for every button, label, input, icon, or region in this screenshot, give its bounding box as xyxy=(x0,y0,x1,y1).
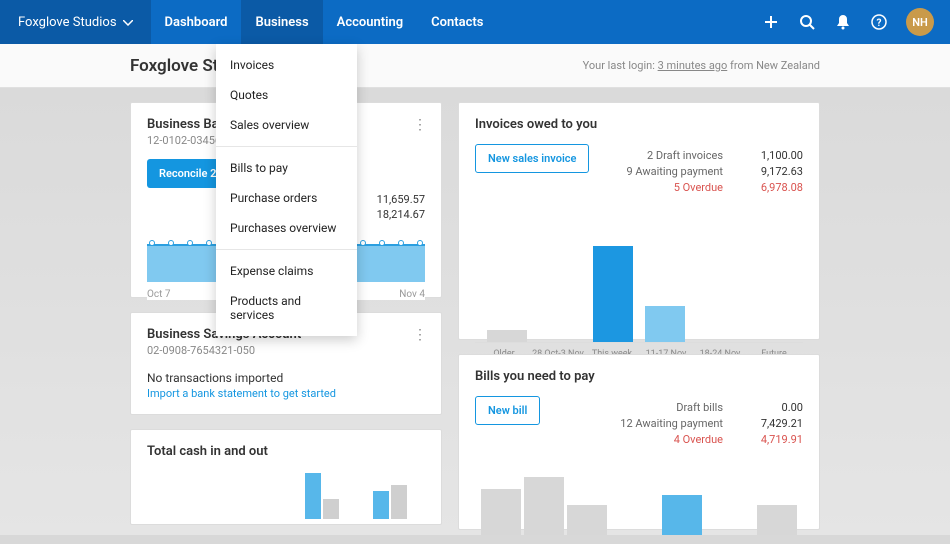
cash-card-title: Total cash in and out xyxy=(147,444,425,459)
kebab-icon[interactable]: ⋮ xyxy=(413,117,427,133)
last-login-link[interactable]: 3 minutes ago xyxy=(658,59,728,72)
menu-purchases-overview[interactable]: Purchases overview xyxy=(216,213,357,243)
bills-awaiting-label: 12 Awaiting payment xyxy=(620,417,723,430)
menu-sales-overview[interactable]: Sales overview xyxy=(216,110,357,140)
svg-text:?: ? xyxy=(877,18,882,29)
nav-business[interactable]: Business xyxy=(241,0,322,44)
bills-awaiting-value: 7,429.21 xyxy=(745,417,803,430)
invoices-owed-card: Invoices owed to you New sales invoice 2… xyxy=(458,102,820,340)
invoices-chart: Older 28 Oct-3 Nov This week 11-17 Nov 1… xyxy=(475,247,803,367)
kebab-icon[interactable]: ⋮ xyxy=(413,327,427,343)
menu-invoices[interactable]: Invoices xyxy=(216,50,357,80)
bills-draft-label: Draft bills xyxy=(676,401,723,414)
cash-in-out-card: Total cash in and out xyxy=(130,429,442,525)
bills-chart xyxy=(475,475,803,535)
chart-x-label: Nov 4 xyxy=(399,289,425,300)
menu-products-services[interactable]: Products and services xyxy=(216,286,357,330)
chart-x-label: Oct 7 xyxy=(147,289,171,300)
menu-separator xyxy=(216,146,357,147)
last-login-text: Your last login: 3 minutes ago from New … xyxy=(583,59,820,72)
menu-purchase-orders[interactable]: Purchase orders xyxy=(216,183,357,213)
bills-draft-value: 0.00 xyxy=(745,401,803,414)
invoices-overdue-value: 6,978.08 xyxy=(745,181,803,194)
bell-icon[interactable] xyxy=(834,13,852,31)
help-icon[interactable]: ? xyxy=(870,13,888,31)
avatar[interactable]: NH xyxy=(906,8,934,36)
business-dropdown: Invoices Quotes Sales overview Bills to … xyxy=(216,44,357,336)
last-login-prefix: Your last login: xyxy=(583,59,658,72)
import-statement-link[interactable]: Import a bank statement to get started xyxy=(147,387,425,400)
org-switcher[interactable]: Foxglove Studios xyxy=(0,0,151,44)
balance-stmt-value: 18,214.67 xyxy=(365,208,425,221)
menu-expense-claims[interactable]: Expense claims xyxy=(216,256,357,286)
search-icon[interactable] xyxy=(798,13,816,31)
nav-contacts[interactable]: Contacts xyxy=(417,0,497,44)
org-name: Foxglove Studios xyxy=(18,15,117,30)
menu-separator xyxy=(216,249,357,250)
nav-accounting[interactable]: Accounting xyxy=(323,0,418,44)
invoices-draft-value: 1,100.00 xyxy=(745,149,803,162)
nav-dashboard[interactable]: Dashboard xyxy=(151,0,242,44)
invoices-card-title: Invoices owed to you xyxy=(475,117,803,132)
menu-quotes[interactable]: Quotes xyxy=(216,80,357,110)
bills-to-pay-card: Bills you need to pay New bill Draft bil… xyxy=(458,354,820,530)
menu-bills-to-pay[interactable]: Bills to pay xyxy=(216,153,357,183)
invoices-awaiting-label: 9 Awaiting payment xyxy=(626,165,723,178)
no-transactions-label: No transactions imported xyxy=(147,371,425,385)
new-sales-invoice-button[interactable]: New sales invoice xyxy=(475,144,589,173)
cash-chart xyxy=(147,473,425,519)
bills-card-title: Bills you need to pay xyxy=(475,369,803,384)
invoices-overdue-label: 5 Overdue xyxy=(674,181,723,194)
chevron-down-icon xyxy=(123,15,133,30)
bills-overdue-value: 4,719.91 xyxy=(745,433,803,446)
plus-icon[interactable] xyxy=(762,13,780,31)
balance-xero-value: 11,659.57 xyxy=(365,193,425,206)
savings-card-number: 02-0908-7654321-050 xyxy=(147,344,425,357)
last-login-suffix: from New Zealand xyxy=(727,59,820,72)
bills-overdue-label: 4 Overdue xyxy=(674,433,723,446)
invoices-awaiting-value: 9,172.63 xyxy=(745,165,803,178)
invoices-draft-label: 2 Draft invoices xyxy=(647,149,723,162)
new-bill-button[interactable]: New bill xyxy=(475,396,540,425)
